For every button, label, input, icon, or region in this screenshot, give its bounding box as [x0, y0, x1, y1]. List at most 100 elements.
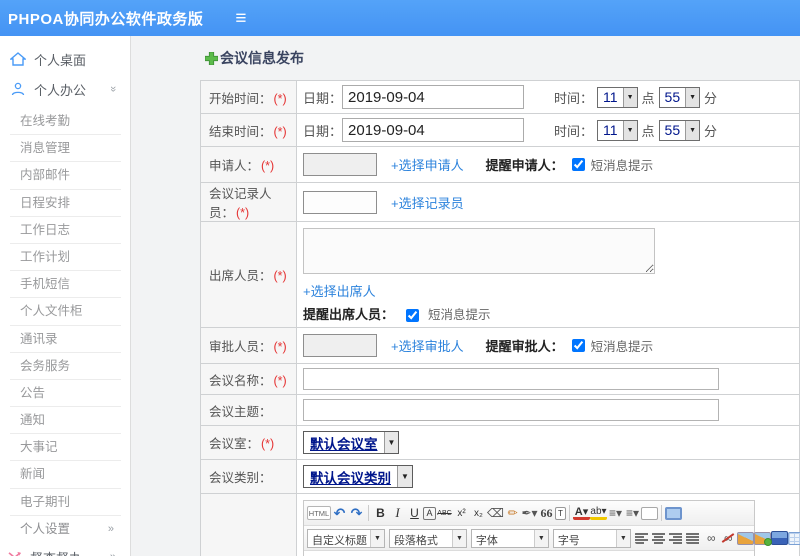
unordered-list-icon[interactable]: ≡▾ [624, 504, 641, 522]
blockquote-icon[interactable]: 66 [538, 504, 555, 522]
font-family-select[interactable]: 字体 ▼ [470, 528, 549, 548]
sidebar-item[interactable]: 消息管理 [0, 135, 130, 163]
sidebar-item-office[interactable]: 个人办公 » [0, 74, 130, 104]
sidebar-item-settings[interactable]: 个人设置 » [0, 516, 130, 543]
paint-format-icon[interactable]: ✒▾ [521, 504, 538, 522]
eraser-icon[interactable]: ⌫ [487, 504, 504, 522]
sidebar-item[interactable]: 新闻 [0, 461, 130, 489]
sidebar-item[interactable]: 日程安排 [0, 190, 130, 217]
format-brush-icon[interactable]: ✏ [504, 504, 521, 522]
meeting-form: 开始时间：(*) 日期： 时间： 11▼ 点 55▼ 分 结束时间：(*) 日期… [200, 80, 800, 556]
field-label: 申请人： [209, 159, 260, 173]
paragraph-format-select[interactable]: 段落格式 ▼ [388, 528, 467, 548]
font-color-icon[interactable]: A▾ [573, 506, 590, 520]
sidebar-item[interactable]: 个人文件柜 [0, 298, 130, 326]
bold-icon[interactable]: B [372, 504, 389, 522]
ordered-list-icon[interactable]: ≡▾ [607, 504, 624, 522]
row-end-time: 结束时间：(*) 日期： 时间： 11▼ 点 55▼ 分 [200, 113, 800, 147]
start-minute-select[interactable]: 55 ▼ [658, 86, 701, 108]
recorder-input[interactable] [303, 190, 377, 214]
align-right-icon[interactable] [668, 532, 686, 544]
link-icon[interactable]: ∞ [703, 529, 720, 547]
row-meeting-name: 会议名称： (*) [200, 363, 800, 395]
start-date-input[interactable] [342, 85, 525, 109]
subscript-icon[interactable]: x₂ [470, 504, 487, 522]
custom-title-select[interactable]: 自定义标题 ▼ [307, 528, 385, 548]
app-title: PHPOA协同办公软件政务版 [8, 10, 204, 28]
chevron-down-icon: ▼ [685, 120, 700, 140]
insert-image-icon[interactable] [753, 531, 772, 546]
select-attendees-link[interactable]: +选择出席人 [303, 284, 376, 299]
highlight-color-icon[interactable]: ab▾ [590, 506, 607, 520]
redo-icon[interactable]: ↷ [348, 504, 365, 522]
meeting-category-select[interactable]: 默认会议类别 ▼ [303, 465, 413, 488]
editor-toolbar-row1: HTML ↶ ↷ B I U A ABC x² x₂ ⌫ ✏ ✒▾ 66 T A▾ ab▾ ≡▾ ≡▾ [304, 501, 754, 526]
unlink-icon[interactable]: ∞ [720, 529, 737, 547]
add-icon [205, 51, 218, 65]
html-source-button[interactable]: HTML [307, 506, 331, 520]
undo-icon[interactable]: ↶ [331, 504, 348, 522]
fullscreen-icon[interactable] [665, 506, 682, 520]
chevron-down-icon: ▼ [685, 87, 700, 107]
sidebar-item[interactable]: 工作日志 [0, 217, 130, 245]
meeting-room-select[interactable]: 默认会议室 ▼ [303, 431, 400, 454]
sidebar-item-supervision[interactable]: 督查督办 » [0, 543, 130, 556]
user-icon [11, 82, 25, 96]
sidebar-submenu: 在线考勤 消息管理 内部邮件 日程安排 工作日志 工作计划 手机短信 个人文件柜 通讯录 会务服务… [0, 108, 130, 517]
font-border-icon[interactable]: A [423, 506, 436, 520]
applicant-sms-checkbox[interactable] [571, 158, 585, 171]
table-icon[interactable] [787, 531, 800, 545]
end-date-input[interactable] [342, 118, 525, 142]
image-icon[interactable] [736, 531, 754, 545]
sidebar-item[interactable]: 电子期刊 [0, 489, 130, 517]
minute-unit: 分 [704, 123, 718, 139]
sidebar-item-desktop[interactable]: 个人桌面 [0, 44, 130, 74]
approver-input[interactable] [303, 334, 377, 357]
editor-content-area[interactable] [304, 551, 754, 556]
attendees-textarea[interactable] [303, 228, 655, 274]
underline-icon[interactable]: U [406, 504, 423, 522]
paste-icon[interactable]: T [555, 506, 566, 520]
row-meeting-category: 会议类别： 默认会议类别 ▼ [200, 459, 800, 494]
required-mark: (*) [273, 124, 287, 139]
applicant-input[interactable] [303, 153, 377, 176]
sidebar-item[interactable]: 工作计划 [0, 244, 130, 272]
field-label: 开始时间： [209, 91, 272, 106]
sidebar-item[interactable]: 通讯录 [0, 326, 130, 353]
sidebar-item[interactable]: 手机短信 [0, 271, 130, 299]
start-hour-select[interactable]: 11 ▼ [597, 86, 638, 108]
toolbar-separator [368, 505, 369, 521]
row-applicant: 申请人： (*) +选择申请人 提醒申请人： 短消息提示 [200, 146, 800, 183]
media-icon[interactable] [770, 531, 788, 545]
toolbar-separator [661, 505, 662, 521]
hamburger-menu-icon[interactable]: ≡ [235, 9, 246, 28]
end-hour-select[interactable]: 11 ▼ [597, 119, 638, 141]
align-justify-icon[interactable] [685, 532, 703, 544]
field-label: 审批人员： [209, 340, 272, 354]
sidebar-item[interactable]: 在线考勤 [0, 108, 130, 136]
font-size-select[interactable]: 字号 ▼ [552, 528, 631, 548]
sidebar-item[interactable]: 内部邮件 [0, 162, 130, 190]
align-center-icon[interactable] [651, 532, 669, 544]
field-label: 会议名称： [209, 373, 272, 388]
meeting-topic-input[interactable] [303, 399, 719, 421]
approver-sms-checkbox[interactable] [571, 339, 585, 352]
superscript-icon[interactable]: x² [453, 504, 470, 522]
row-editor: HTML ↶ ↷ B I U A ABC x² x₂ ⌫ ✏ ✒▾ 66 T A▾ ab▾ ≡▾ ≡▾ 自定义标题 ▼… [200, 493, 800, 556]
sidebar-item[interactable]: 公告 [0, 380, 130, 408]
strikethrough-icon[interactable]: ABC [436, 504, 453, 522]
end-minute-select[interactable]: 55 ▼ [658, 119, 701, 141]
meeting-name-input[interactable] [303, 368, 719, 390]
time-label: 时间： [554, 123, 594, 139]
attendees-sms-checkbox[interactable] [405, 309, 419, 323]
italic-icon[interactable]: I [389, 504, 406, 522]
sidebar-item[interactable]: 会务服务 [0, 353, 130, 381]
sidebar-item[interactable]: 大事记 [0, 434, 130, 462]
sidebar-item-label: 个人桌面 [34, 52, 87, 68]
select-approver-link[interactable]: +选择审批人 [391, 336, 464, 355]
sidebar-item[interactable]: 通知 [0, 407, 130, 435]
align-left-icon[interactable] [634, 532, 652, 544]
select-applicant-link[interactable]: +选择申请人 [391, 155, 464, 174]
select-recorder-link[interactable]: +选择记录员 [391, 193, 464, 212]
new-page-icon[interactable] [641, 506, 658, 520]
